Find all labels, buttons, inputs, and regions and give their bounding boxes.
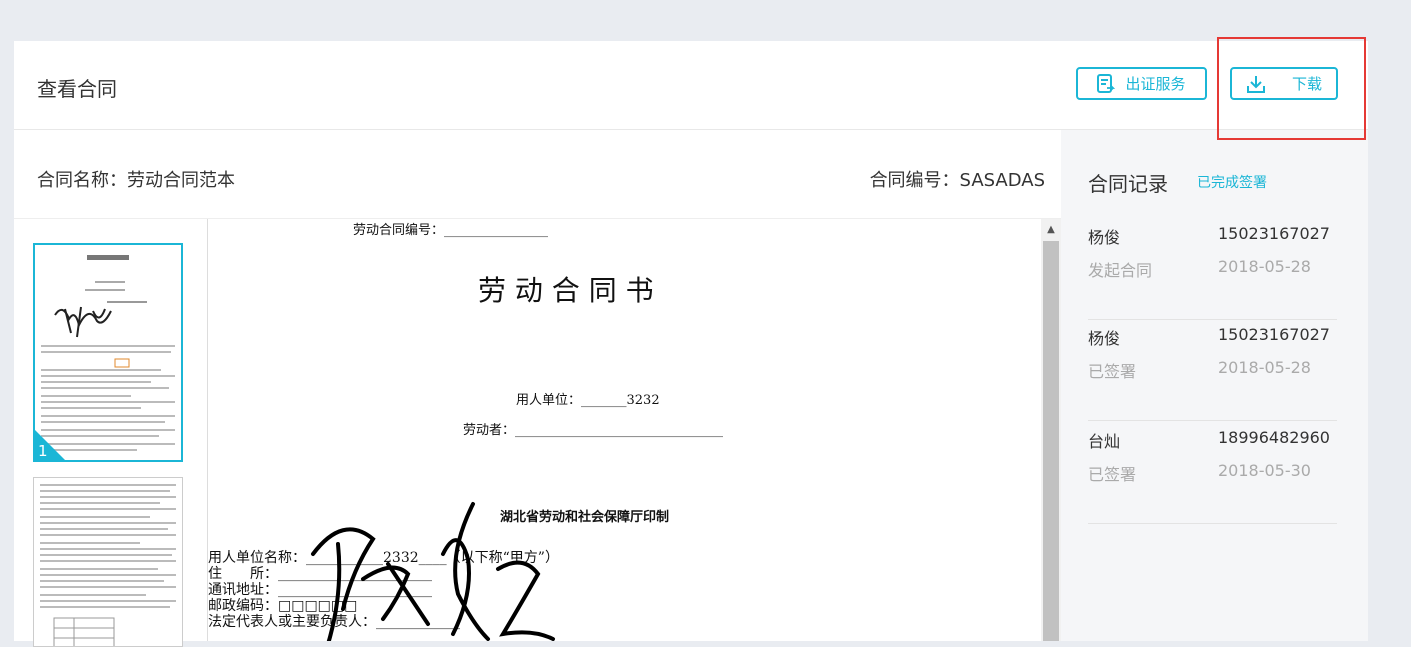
record-item: 杨俊 15023167027 已签署 2018-05-28: [1088, 325, 1337, 421]
contract-number: 合同编号：SASADAS: [869, 170, 1045, 191]
page-title: 查看合同: [37, 77, 117, 101]
contract-name: 合同名称：劳动合同范本: [37, 170, 235, 191]
document-scrollbar[interactable]: ▲: [1041, 219, 1061, 641]
record-action: 已签署: [1088, 465, 1137, 484]
document-viewer: 1 劳动合同编号：________________ 劳 动 合 同 书 用人单位…: [14, 219, 1061, 647]
signing-status: 已完成签署: [1197, 175, 1267, 191]
record-action: 发起合同: [1088, 261, 1153, 280]
contract-card: 查看合同 出证服务 下载 合同名称：劳动合同范本 合同编号：SASADAS 1 …: [14, 41, 1368, 647]
certificate-service-button[interactable]: 出证服务: [1076, 67, 1207, 100]
thumbnail-panel[interactable]: 1: [14, 219, 208, 647]
document-page[interactable]: 劳动合同编号：________________ 劳 动 合 同 书 用人单位：_…: [207, 219, 1042, 641]
download-highlight-box: [1217, 37, 1366, 140]
record-name: 杨俊: [1088, 329, 1121, 348]
record-name: 台灿: [1088, 432, 1121, 451]
record-name: 杨俊: [1088, 228, 1121, 247]
contract-records-panel: 合同记录 已完成签署 杨俊 15023167027 发起合同 2018-05-2…: [1061, 130, 1368, 641]
page-thumbnail-2[interactable]: [33, 477, 183, 647]
record-date: 2018-05-28: [1218, 358, 1311, 377]
record-phone: 15023167027: [1218, 224, 1330, 243]
contract-info-row: 合同名称：劳动合同范本 合同编号：SASADAS: [14, 130, 1061, 219]
record-item: 台灿 18996482960 已签署 2018-05-30: [1088, 428, 1337, 524]
records-title: 合同记录: [1088, 172, 1168, 196]
record-date: 2018-05-30: [1218, 461, 1311, 480]
certificate-service-label: 出证服务: [1125, 75, 1186, 93]
page-thumbnail-1-preview: [41, 255, 175, 451]
page-thumbnail-2-preview: [40, 484, 176, 646]
page-thumbnail-1[interactable]: 1: [33, 243, 183, 462]
page-header: 查看合同 出证服务 下载: [14, 41, 1368, 130]
record-date: 2018-05-28: [1218, 257, 1311, 276]
scroll-up-arrow-icon[interactable]: ▲: [1041, 219, 1061, 239]
record-action: 已签署: [1088, 362, 1137, 381]
certificate-icon: [1097, 73, 1116, 93]
scrollbar-thumb[interactable]: [1043, 241, 1059, 641]
page-number: 1: [38, 442, 48, 460]
handwritten-signature: [311, 502, 555, 641]
record-phone: 18996482960: [1218, 428, 1330, 447]
record-item: 杨俊 15023167027 发起合同 2018-05-28: [1088, 224, 1337, 320]
record-phone: 15023167027: [1218, 325, 1330, 344]
doc-worker-line: 劳动者：________________________________: [463, 423, 724, 438]
doc-employer-line: 用人单位：_______3232: [516, 393, 660, 408]
doc-heading: 劳 动 合 同 书: [478, 274, 654, 307]
doc-contract-number-line: 劳动合同编号：________________: [353, 223, 549, 238]
